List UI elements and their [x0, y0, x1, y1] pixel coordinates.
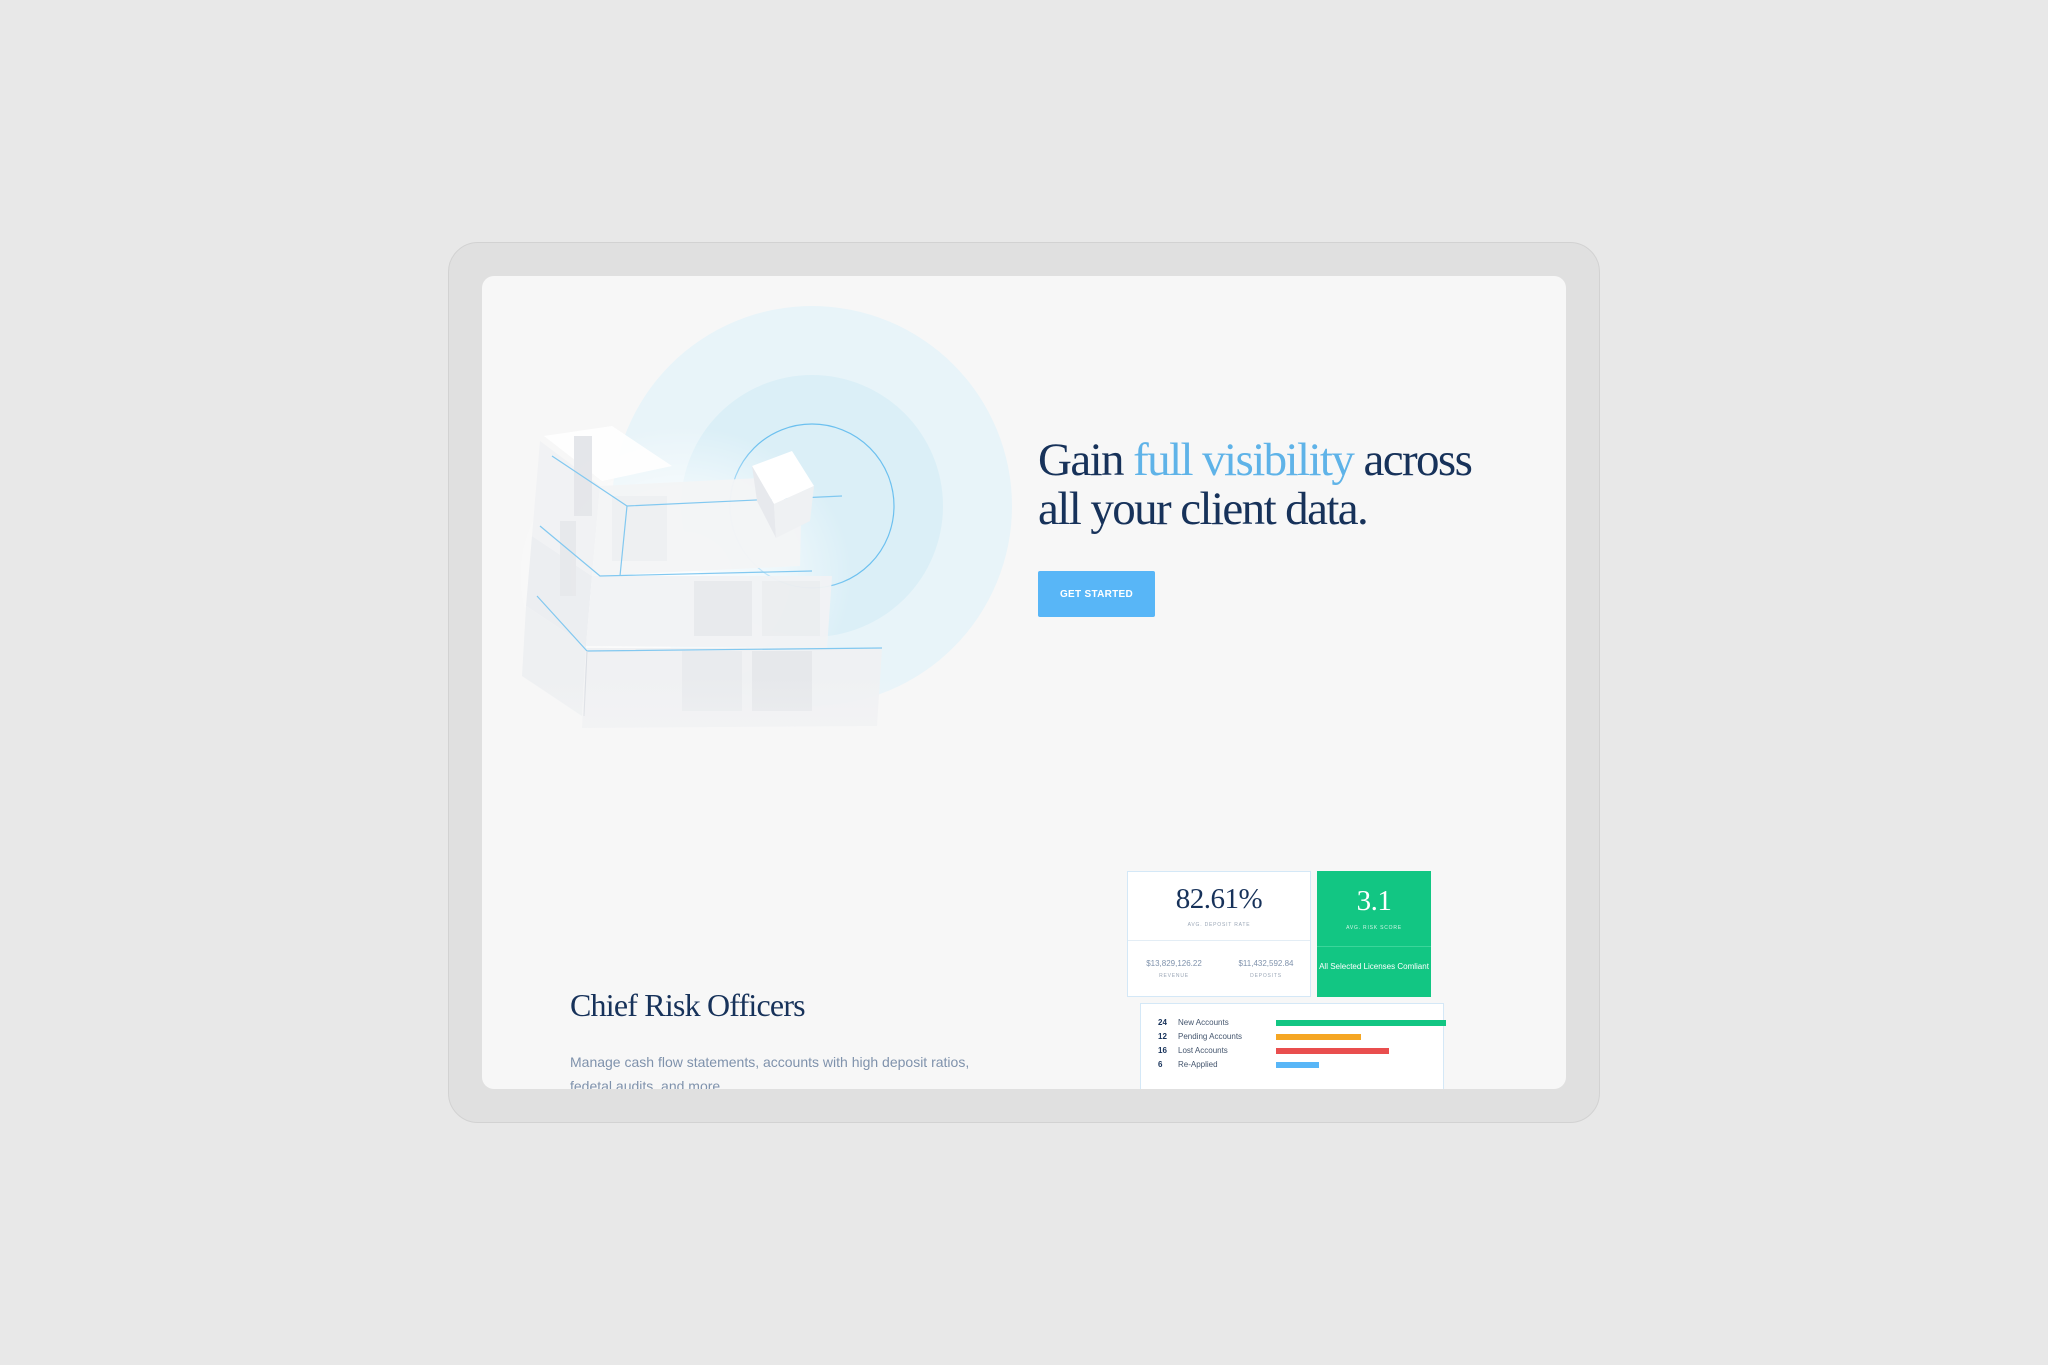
hero-title-highlight: full visibility	[1133, 434, 1355, 486]
account-bar	[1276, 1062, 1319, 1068]
account-count: 12	[1158, 1032, 1167, 1041]
account-count: 24	[1158, 1018, 1167, 1027]
account-count: 16	[1158, 1046, 1167, 1055]
account-row: 24 New Accounts	[1158, 1018, 1446, 1030]
section-description: Manage cash flow statements, accounts wi…	[570, 1054, 970, 1089]
risk-score-card: 3.1 AVG. RISK SCORE All Selected License…	[1317, 871, 1431, 997]
screen: Gain full visibility across all your cli…	[482, 276, 1566, 1089]
deposits-label: DEPOSITS	[1250, 973, 1282, 979]
cube-grid-illustration	[482, 306, 1042, 836]
compliance-note: All Selected Licenses Comliant	[1319, 962, 1429, 971]
account-label: Pending Accounts	[1178, 1032, 1243, 1041]
risk-score-value: 3.1	[1356, 885, 1392, 917]
deposit-rate-card: 82.61% AVG. DEPOSIT RATE $13,829,126.22 …	[1127, 871, 1311, 997]
deposit-rate-value: 82.61%	[1175, 883, 1263, 915]
account-count: 6	[1158, 1060, 1163, 1069]
deposits-value: $11,432,592.84	[1238, 959, 1294, 968]
card-divider	[1317, 946, 1431, 947]
hero-title-start: Gain	[1038, 434, 1134, 486]
revenue-value: $13,829,126.22	[1146, 959, 1202, 968]
section-title: Chief Risk Officers	[570, 987, 806, 1023]
account-row: 16 Lost Accounts	[1158, 1046, 1438, 1058]
get-started-button[interactable]: GET STARTED	[1038, 571, 1155, 617]
account-bar	[1276, 1034, 1361, 1040]
account-label: Lost Accounts	[1178, 1046, 1228, 1055]
hero-title: Gain full visibility across all your cli…	[1038, 436, 1508, 534]
risk-score-label: AVG. RISK SCORE	[1346, 925, 1402, 931]
account-label: New Accounts	[1178, 1018, 1229, 1027]
account-row: 6 Re-Applied	[1158, 1060, 1438, 1072]
account-bar	[1276, 1048, 1389, 1054]
revenue-label: REVENUE	[1159, 973, 1189, 979]
accounts-card: 24 New Accounts 12 Pending Accounts 16 Lost A…	[1140, 1003, 1446, 1089]
deposit-rate-label: AVG. DEPOSIT RATE	[1187, 922, 1251, 928]
card-divider	[1128, 940, 1310, 941]
account-row: 12 Pending Accounts	[1158, 1032, 1438, 1044]
account-label: Re-Applied	[1178, 1060, 1218, 1069]
account-bar	[1276, 1020, 1446, 1026]
